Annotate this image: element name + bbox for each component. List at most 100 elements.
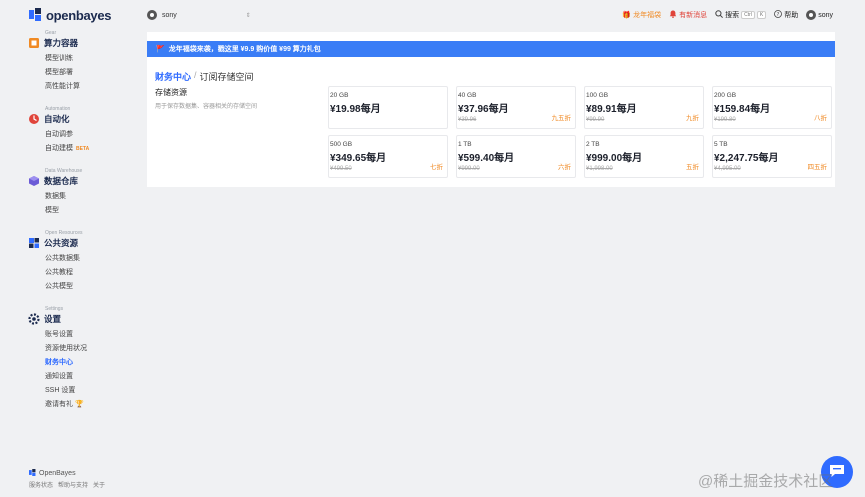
chevron-updown-icon: ⇕ [245,12,251,19]
plan-discount-badge: 八折 [814,115,827,122]
promo-link-label: 龙年福袋 [633,12,662,19]
search-button[interactable]: 搜索 Ctrl K [715,10,767,20]
plan-card-200gb[interactable]: 200 GB ¥159.84每月 ¥199.80 八折 [712,86,832,129]
promo-link[interactable]: 🎁 龙年福袋 [622,10,661,20]
sidebar-item-usage[interactable]: 资源使用状况 [28,342,128,356]
shortcut-key-ctrl: Ctrl [741,11,755,19]
openbayes-logo-icon [29,8,42,23]
openbayes-logo-icon [29,469,36,478]
plan-size: 200 GB [714,92,737,99]
plan-card-5tb[interactable]: 5 TB ¥2,247.75每月 ¥4,995.00 四五折 [712,135,832,178]
plan-card-2tb[interactable]: 2 TB ¥999.00每月 ¥1,998.00 五折 [584,135,704,178]
plan-size: 1 TB [458,141,472,148]
search-label: 搜索 [725,12,740,19]
brand-name: openbayes [46,8,112,23]
sidebar: Gear 算力容器 模型训练 模型部署 高性能计算 Automation 自动化… [28,30,128,424]
plan-card-100gb[interactable]: 100 GB ¥89.91每月 ¥99.90 九折 [584,86,704,129]
group-subtitle: Automation [45,106,71,112]
plan-discount-badge: 九五折 [551,115,572,122]
sidebar-group-settings: Settings 设置 账号设置 资源使用状况 财务中心 通知设置 SSH 设置… [28,306,128,412]
footer-links: 服务状态 帮助与支持 关于 [29,480,105,489]
sidebar-group-automation: Automation 自动化 自动调参 自动建模 BETA [28,106,128,156]
sidebar-item-public-datasets[interactable]: 公共数据集 [28,252,128,266]
search-icon [715,10,724,20]
sidebar-group-gear: Gear 算力容器 模型训练 模型部署 高性能计算 [28,30,128,94]
footer-link-status[interactable]: 服务状态 [29,480,53,489]
plan-card-20gb[interactable]: 20 GB ¥19.98每月 [328,86,448,129]
trophy-icon: 🏆 [74,401,84,408]
help-icon: ? [774,10,783,20]
footer-brand: OpenBayes [29,469,76,478]
workspace-avatar [147,10,157,20]
database-icon [28,175,40,187]
sidebar-item-model-deployment[interactable]: 模型部署 [28,66,128,80]
footer-link-about[interactable]: 关于 [93,480,105,489]
storage-plan-grid: 20 GB ¥19.98每月 40 GB ¥37.96每月 ¥39.96 九五折… [328,86,832,178]
group-subtitle: Settings [45,306,64,312]
group-subtitle: Open Resources [45,230,83,236]
sidebar-item-model-training[interactable]: 模型训练 [28,52,128,66]
sidebar-group-data: Data Warehouse 数据仓库 数据集 模型 [28,168,128,218]
sidebar-item-invite[interactable]: 邀请有礼 🏆 [28,398,128,412]
sidebar-group-public: Open Resources 公共资源 公共数据集 公共教程 公共模型 [28,230,128,294]
group-subtitle: Data Warehouse [45,168,83,174]
sidebar-item-auto-modeling[interactable]: 自动建模 BETA [28,142,128,156]
container-icon [28,37,40,49]
plan-discount-badge: 六折 [558,164,571,171]
sidebar-item-finance[interactable]: 财务中心 [28,356,128,370]
plan-card-1tb[interactable]: 1 TB ¥599.40每月 ¥999.00 六折 [456,135,576,178]
group-title-label: 自动化 [44,114,70,124]
breadcrumb-current: 订阅存储空间 [199,72,254,82]
workspace-switcher[interactable]: sony ⇕ [147,10,251,20]
group-title[interactable]: 设置 [28,313,128,325]
flag-icon: 🚩 [156,46,165,53]
news-link-label: 有新消息 [679,12,708,19]
gift-icon: 🎁 [622,12,632,19]
breadcrumb-separator: / [194,70,197,80]
footer-link-help[interactable]: 帮助与支持 [58,480,88,489]
breadcrumb-finance-link[interactable]: 财务中心 [155,70,191,83]
group-title[interactable]: 自动化 [28,113,128,125]
automation-icon [28,113,40,125]
group-title[interactable]: 数据仓库 [28,175,128,187]
public-resource-icon [28,237,40,249]
sidebar-item-notifications[interactable]: 通知设置 [28,370,128,384]
plan-card-40gb[interactable]: 40 GB ¥37.96每月 ¥39.96 九五折 [456,86,576,129]
svg-text:?: ? [777,12,780,18]
brand-logo[interactable]: openbayes [29,8,112,23]
sidebar-item-datasets[interactable]: 数据集 [28,190,128,204]
workspace-name: sony [162,11,177,19]
sidebar-item-ssh[interactable]: SSH 设置 [28,384,128,398]
promo-banner-text: 龙年福袋来袭，戳这里 ¥9.9 购价值 ¥99 算力礼包 [168,46,321,53]
sidebar-item-account[interactable]: 账号设置 [28,328,128,342]
plan-size: 20 GB [330,92,349,99]
promo-banner[interactable]: 🚩 龙年福袋来袭，戳这里 ¥9.9 购价值 ¥99 算力礼包 [147,41,835,57]
group-title[interactable]: 算力容器 [28,37,128,49]
user-menu[interactable]: sony [806,10,833,20]
sidebar-item-hpc[interactable]: 高性能计算 [28,80,128,94]
plan-discount-badge: 五折 [686,164,699,171]
sidebar-item-models[interactable]: 模型 [28,204,128,218]
news-link[interactable]: 有新消息 [669,10,707,20]
beta-badge: BETA [76,146,90,152]
sidebar-item-label: 自动建模 [45,145,73,152]
sidebar-item-public-tutorials[interactable]: 公共教程 [28,266,128,280]
watermark: @稀土掘金技术社区 [698,473,834,490]
breadcrumb: 财务中心 / 订阅存储空间 [155,70,254,83]
group-title-label: 设置 [44,314,62,324]
sidebar-item-public-models[interactable]: 公共模型 [28,280,128,294]
help-label: 帮助 [784,12,799,19]
group-title[interactable]: 公共资源 [28,237,128,249]
group-subtitle: Gear [45,30,57,36]
sidebar-item-auto-tuning[interactable]: 自动调参 [28,128,128,142]
help-button[interactable]: ? 帮助 [774,10,798,20]
plan-discount-badge: 九折 [686,115,699,122]
bell-icon [669,10,677,20]
plan-size: 5 TB [714,141,728,148]
user-name: sony [818,11,833,19]
section-title: 存储资源 [155,88,187,97]
plan-card-500gb[interactable]: 500 GB ¥349.65每月 ¥499.50 七折 [328,135,448,178]
sidebar-item-label: 邀请有礼 [45,401,73,408]
plan-size: 40 GB [458,92,477,99]
shortcut-key-k: K [756,11,767,19]
